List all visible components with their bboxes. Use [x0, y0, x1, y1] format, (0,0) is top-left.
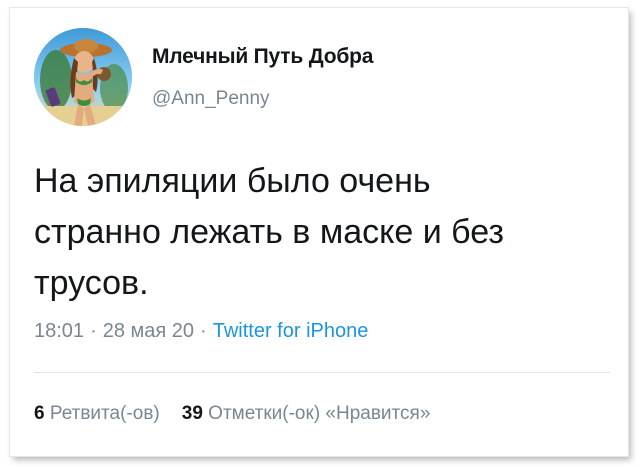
retweets-stat[interactable]: 6 Ретвита(-ов)	[34, 403, 160, 424]
tweet-date[interactable]: 28 мая 20	[103, 320, 194, 342]
likes-count: 39	[181, 403, 203, 424]
avatar-image	[34, 28, 132, 126]
display-name[interactable]: Млечный Путь Добра	[152, 45, 373, 69]
tweet-meta: 18:01 · 28 мая 20 · Twitter for iPhone	[34, 320, 368, 343]
meta-separator: ·	[200, 320, 207, 342]
tweet-card: Млечный Путь Добра @Ann_Penny На эпиляци…	[10, 8, 628, 456]
tweet-source-link[interactable]: Twitter for iPhone	[213, 320, 369, 342]
likes-stat[interactable]: 39 Отметки(-ок) «Нравится»	[182, 403, 431, 424]
divider	[34, 372, 610, 373]
tweet-text: На эпиляции было очень странно лежать в …	[34, 162, 504, 302]
retweets-label: Ретвита(-ов)	[49, 403, 160, 424]
user-handle[interactable]: @Ann_Penny	[152, 88, 270, 110]
likes-label: Отметки(-ок) «Нравится»	[208, 403, 431, 424]
tweet-stats: 6 Ретвита(-ов) 39 Отметки(-ок) «Нравится»	[34, 403, 430, 425]
retweets-count: 6	[34, 403, 45, 424]
avatar[interactable]	[34, 28, 132, 126]
meta-separator: ·	[90, 320, 97, 342]
tweet-time[interactable]: 18:01	[34, 320, 84, 342]
